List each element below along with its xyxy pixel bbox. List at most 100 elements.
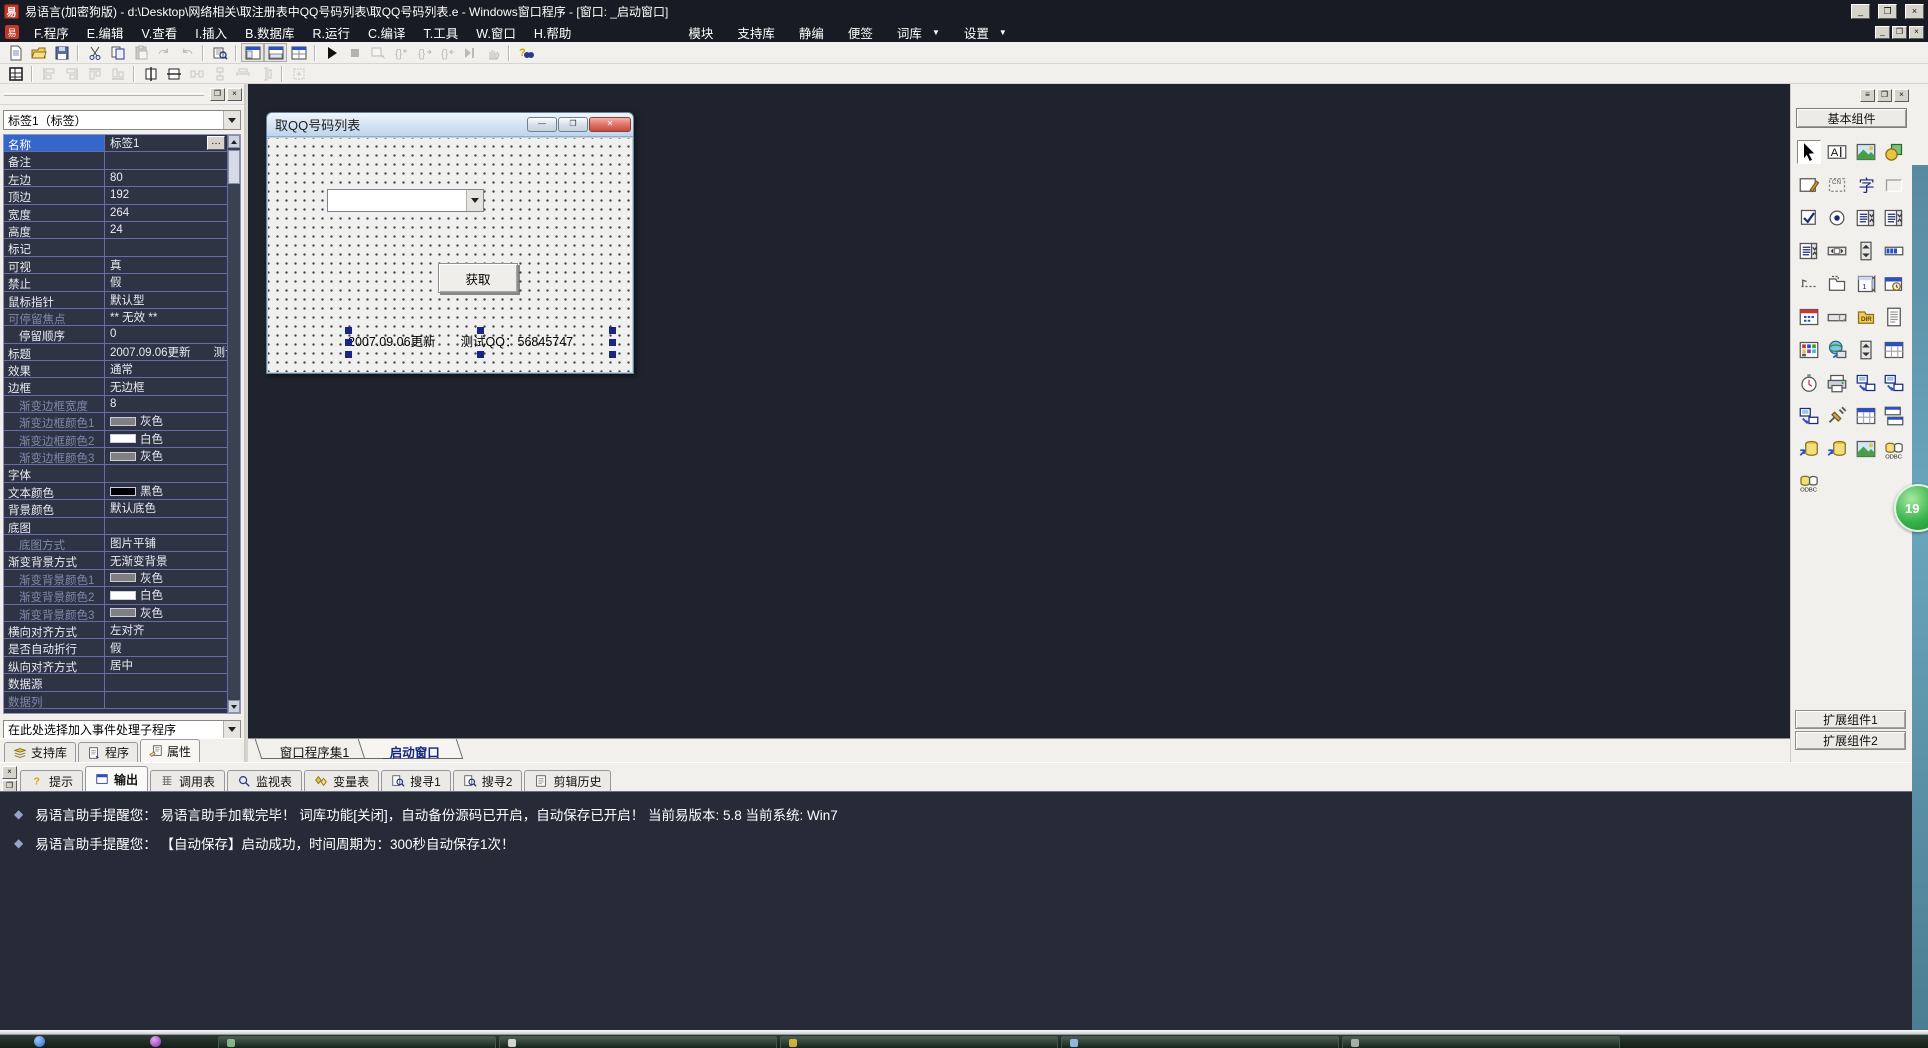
- pc-recv-icon[interactable]: [1882, 371, 1906, 395]
- menu-extra-4[interactable]: 词库▼: [885, 21, 952, 44]
- property-value[interactable]: [105, 692, 227, 708]
- output-tab-提示[interactable]: ?提示: [20, 770, 83, 791]
- ellipsis-editor-button[interactable]: …: [207, 136, 225, 150]
- property-row[interactable]: 边框无边框: [4, 378, 227, 395]
- output-tab-变量表[interactable]: 变量表: [304, 770, 379, 791]
- property-row[interactable]: 底图方式图片平铺: [4, 535, 227, 552]
- menu-item-4[interactable]: B.数据库: [236, 21, 303, 44]
- taskbar-button-3[interactable]: [780, 1036, 1058, 1048]
- updown-icon[interactable]: [1854, 239, 1878, 263]
- find-book-button[interactable]: [208, 43, 231, 62]
- menu-item-6[interactable]: C.编译: [359, 21, 415, 44]
- extension-components-2-button[interactable]: 扩展组件2: [1795, 731, 1906, 750]
- property-value[interactable]: [105, 239, 227, 255]
- center-h-button[interactable]: [139, 64, 162, 83]
- help-find-button[interactable]: ?: [514, 43, 537, 62]
- menu-extra-2[interactable]: 静编: [787, 21, 836, 44]
- mdi-restore-button[interactable]: ❐: [1892, 26, 1907, 39]
- menu-item-3[interactable]: I.插入: [186, 21, 236, 44]
- taskbar-button-1[interactable]: [218, 1036, 496, 1048]
- property-value[interactable]: 灰色: [105, 605, 227, 621]
- form-body[interactable]: 获取 2007.09.06更新 测试QQ：56845747: [268, 138, 632, 372]
- property-row[interactable]: 宽度264: [4, 205, 227, 222]
- grid-window-icon[interactable]: [1882, 338, 1906, 362]
- output-tab-搜寻2[interactable]: 搜寻2: [453, 770, 523, 791]
- save-button[interactable]: [50, 43, 73, 62]
- property-value[interactable]: 0: [105, 326, 227, 342]
- property-value[interactable]: 白色: [105, 431, 227, 447]
- property-value[interactable]: 标签1…: [105, 135, 227, 151]
- selection-handle[interactable]: [345, 327, 352, 334]
- property-row[interactable]: 停留顺序0: [4, 326, 227, 343]
- mdi-minimize-button[interactable]: _: [1875, 26, 1890, 39]
- db-bucket-icon[interactable]: [1825, 437, 1849, 461]
- text-label-icon[interactable]: 字: [1854, 173, 1878, 197]
- dot-ruler-icon[interactable]: [1797, 272, 1821, 296]
- radio-button-icon[interactable]: [1825, 206, 1849, 230]
- property-value[interactable]: 8: [105, 396, 227, 412]
- property-value[interactable]: 默认型: [105, 292, 227, 308]
- property-scrollbar[interactable]: [227, 135, 240, 713]
- quick-launch-icon[interactable]: [150, 1036, 161, 1047]
- property-value[interactable]: 通常: [105, 361, 227, 377]
- menu-extra-1[interactable]: 支持库: [725, 21, 787, 44]
- property-row[interactable]: 渐变边框颜色1灰色: [4, 413, 227, 430]
- taskbar-button-2[interactable]: [499, 1036, 777, 1048]
- property-value[interactable]: ** 无效 **: [105, 309, 227, 325]
- property-value[interactable]: [105, 465, 227, 481]
- group-box-icon[interactable]: CN: [1825, 173, 1849, 197]
- property-value[interactable]: 24: [105, 222, 227, 238]
- property-row[interactable]: 横向对齐方式左对齐: [4, 622, 227, 639]
- cut-button[interactable]: [83, 43, 106, 62]
- panel-close-button[interactable]: ×: [227, 88, 242, 101]
- pointer-icon[interactable]: [1797, 140, 1821, 164]
- selection-handle[interactable]: [609, 327, 616, 334]
- output-tab-输出[interactable]: 输出: [85, 766, 148, 791]
- odbc-bucket-icon[interactable]: ODBC: [1797, 470, 1821, 494]
- property-value[interactable]: 灰色: [105, 448, 227, 464]
- output-tab-搜寻1[interactable]: 搜寻1: [381, 770, 451, 791]
- property-value[interactable]: 左对齐: [105, 622, 227, 638]
- property-row[interactable]: 名称标签1…: [4, 135, 227, 152]
- data-plug-icon[interactable]: [1825, 404, 1849, 428]
- property-value[interactable]: 假: [105, 639, 227, 655]
- progress-bar-icon[interactable]: [1882, 239, 1906, 263]
- selection-handle[interactable]: [609, 351, 616, 358]
- restore-button[interactable]: ❐: [1878, 4, 1897, 19]
- property-row[interactable]: 字体: [4, 465, 227, 482]
- palette-menu-button[interactable]: ≡: [1860, 89, 1875, 102]
- menu-item-2[interactable]: V.查看: [133, 21, 187, 44]
- property-row[interactable]: 禁止假: [4, 274, 227, 291]
- property-row[interactable]: 渐变边框颜色3灰色: [4, 448, 227, 465]
- layout-grid-button[interactable]: [287, 43, 310, 62]
- doc-new-button[interactable]: [4, 43, 27, 62]
- property-row[interactable]: 渐变边框颜色2白色: [4, 431, 227, 448]
- selection-handle[interactable]: [477, 327, 484, 334]
- net-globe-icon[interactable]: [1825, 338, 1849, 362]
- stopwatch-icon[interactable]: [1797, 371, 1821, 395]
- property-value[interactable]: [105, 152, 227, 168]
- property-row[interactable]: 渐变背景方式无渐变背景: [4, 552, 227, 569]
- output-close-button[interactable]: ×: [2, 766, 17, 779]
- property-value[interactable]: 192: [105, 187, 227, 203]
- property-value[interactable]: 80: [105, 170, 227, 186]
- rich-doc-icon[interactable]: [1882, 305, 1906, 329]
- property-value[interactable]: 264: [105, 205, 227, 221]
- label-icon[interactable]: A: [1825, 140, 1849, 164]
- scroll-thumb[interactable]: [228, 150, 240, 184]
- event-selector[interactable]: 在此处选择加入事件处理子程序: [3, 720, 241, 739]
- form-minimize-button[interactable]: —: [527, 117, 557, 132]
- get-button[interactable]: 获取: [438, 263, 518, 293]
- property-row[interactable]: 顶边192: [4, 187, 227, 204]
- property-row[interactable]: 渐变边框宽度8: [4, 396, 227, 413]
- combo-box-icon[interactable]: [1882, 206, 1906, 230]
- menu-item-0[interactable]: F.程序: [25, 21, 78, 44]
- output-tab-调用表[interactable]: 调用表: [150, 770, 225, 791]
- designer-form-window[interactable]: 取QQ号码列表 — ❐ ✕ 获取 2007.09.06更新 测试QQ：56845…: [266, 112, 634, 374]
- form-grid-button[interactable]: [4, 64, 27, 83]
- tab-支持库[interactable]: 支持库: [4, 742, 76, 762]
- checkbox-icon[interactable]: [1797, 206, 1821, 230]
- start-orb-icon[interactable]: [34, 1036, 45, 1047]
- property-value[interactable]: 灰色: [105, 413, 227, 429]
- odbc-pair-icon[interactable]: ODBC: [1882, 437, 1906, 461]
